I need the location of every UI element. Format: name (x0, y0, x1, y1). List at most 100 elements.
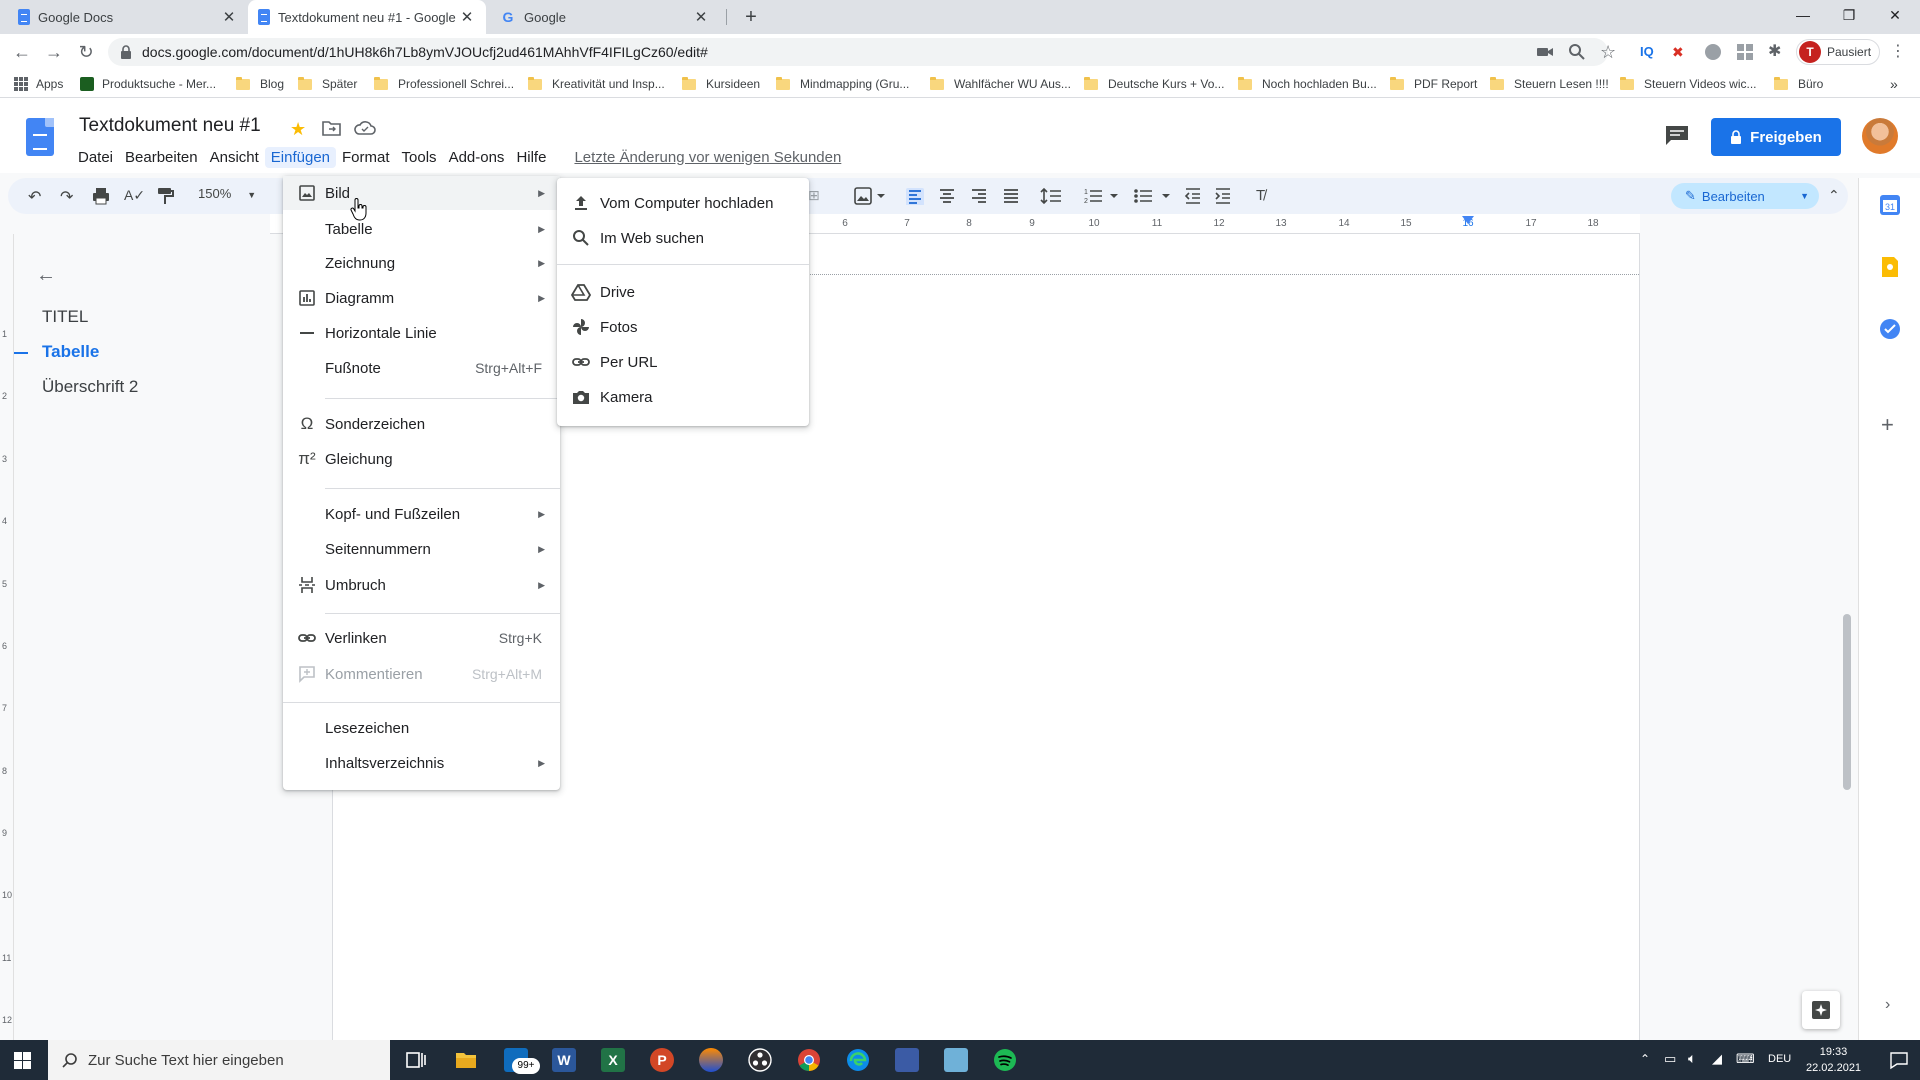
menu-item-seitennummern[interactable]: Seitennummern ▶ (283, 532, 560, 566)
obs-icon[interactable] (748, 1048, 772, 1072)
print-icon[interactable] (92, 187, 110, 205)
menu-item-inhaltsverzeichnis[interactable]: Inhaltsverzeichnis ▶ (283, 746, 560, 780)
speaker-icon[interactable]: 🔈︎ (1688, 1050, 1696, 1067)
bulleted-list-icon[interactable] (1134, 187, 1172, 205)
browser-tab-google-docs[interactable]: Google Docs ✕ (8, 0, 248, 34)
undo-icon[interactable]: ↶ (28, 187, 41, 206)
spellcheck-icon[interactable]: A✓ (124, 187, 145, 205)
add-addon-icon[interactable]: + (1881, 412, 1894, 438)
app-icon[interactable] (944, 1048, 968, 1072)
spotify-icon[interactable] (993, 1048, 1017, 1072)
menu-item-gleichung[interactable]: π² Gleichung (283, 442, 560, 476)
bookmark-folder[interactable]: Noch hochladen Bu... (1238, 75, 1377, 93)
align-center-icon[interactable] (938, 187, 956, 205)
submenu-item-vom-computer-hochladen[interactable]: Vom Computer hochladen (557, 186, 809, 220)
redo-icon[interactable]: ↷ (60, 187, 73, 206)
submenu-item-fotos[interactable]: Fotos (557, 310, 809, 344)
document-title[interactable]: Textdokument neu #1 (79, 115, 261, 137)
decrease-indent-icon[interactable] (1184, 187, 1202, 205)
chrome-menu-icon[interactable]: ⋮ (1890, 43, 1908, 61)
move-folder-icon[interactable] (322, 119, 342, 137)
restore-icon[interactable]: ❐ (1826, 0, 1872, 30)
minimize-icon[interactable]: — (1780, 0, 1826, 30)
camera-blocked-icon[interactable] (1536, 43, 1554, 61)
chevron-up-icon[interactable]: ⌃ (1640, 1052, 1650, 1066)
editing-mode-select[interactable]: ✎ Bearbeiten ▼ (1671, 183, 1819, 209)
bookmark-apps[interactable]: Apps (14, 75, 63, 93)
menu-item-zeichnung[interactable]: Zeichnung ▶ (283, 246, 560, 280)
expand-panel-icon[interactable]: › (1885, 996, 1890, 1014)
taskbar-search-box[interactable]: Zur Suche Text hier eingeben (48, 1040, 390, 1080)
explore-button[interactable] (1802, 991, 1840, 1029)
align-right-icon[interactable] (970, 187, 988, 205)
network-icon[interactable]: ◢ (1712, 1051, 1722, 1067)
battery-icon[interactable]: ▭ (1664, 1051, 1676, 1067)
submenu-item-per-url[interactable]: Per URL (557, 345, 809, 379)
user-avatar[interactable] (1862, 118, 1898, 154)
share-button[interactable]: Freigeben (1711, 118, 1841, 156)
bookmark-folder[interactable]: Deutsche Kurs + Vo... (1084, 75, 1224, 93)
menu-item-kopf-und-fusszeilen[interactable]: Kopf- und Fußzeilen ▶ (283, 497, 560, 531)
menu-item-tabelle[interactable]: Tabelle ▶ (283, 212, 560, 246)
bookmark-folder[interactable]: Steuern Videos wic... (1620, 75, 1757, 93)
app-icon[interactable] (895, 1048, 919, 1072)
outline-item[interactable]: Überschrift 2 (42, 377, 138, 397)
right-indent-marker-icon[interactable] (1462, 216, 1474, 226)
more-bookmarks-button[interactable]: » (1890, 75, 1898, 93)
bookmark-folder[interactable]: Professionell Schrei... (374, 75, 514, 93)
last-edit-link[interactable]: Letzte Änderung vor wenigen Sekunden (568, 147, 847, 168)
close-window-icon[interactable]: ✕ (1872, 0, 1918, 30)
add-comment-icon[interactable]: ⊞ (808, 187, 820, 205)
bookmark-folder[interactable]: Später (298, 75, 357, 93)
mail-icon[interactable]: 99+ (504, 1048, 540, 1074)
numbered-list-icon[interactable]: 12 (1084, 187, 1120, 205)
comment-history-icon[interactable] (1664, 124, 1690, 146)
adblock-extension-icon[interactable] (1704, 43, 1722, 61)
tasks-icon[interactable] (1879, 318, 1901, 340)
close-tab-icon[interactable]: ✕ (220, 8, 238, 26)
menu-item-lesezeichen[interactable]: Lesezeichen (283, 711, 560, 745)
align-left-icon[interactable] (906, 187, 924, 205)
bookmark-folder[interactable]: Mindmapping (Gru... (776, 75, 909, 93)
paint-format-icon[interactable] (156, 187, 174, 205)
menu-item-sonderzeichen[interactable]: Ω Sonderzeichen (283, 407, 560, 441)
close-tab-icon[interactable]: ✕ (458, 8, 476, 26)
menu-item-fussnote[interactable]: Fußnote Strg+Alt+F (283, 351, 560, 385)
close-tab-icon[interactable]: ✕ (692, 8, 710, 26)
menu-bearbeiten[interactable]: Bearbeiten (119, 147, 204, 168)
bookmark-star-icon[interactable]: ☆ (1600, 43, 1618, 61)
collapse-toolbar-icon[interactable]: ⌃ (1828, 187, 1840, 205)
word-icon[interactable]: W (552, 1048, 576, 1072)
forward-icon[interactable]: → (42, 40, 66, 64)
bookmark-folder[interactable]: Kursideen (682, 75, 760, 93)
menu-hilfe[interactable]: Hilfe (510, 147, 552, 168)
submenu-item-im-web-suchen[interactable]: Im Web suchen (557, 221, 809, 255)
menu-item-umbruch[interactable]: Umbruch ▶ (283, 568, 560, 602)
windows-start-icon[interactable] (14, 1052, 31, 1069)
bookmark-folder[interactable]: Büro (1774, 75, 1823, 93)
menu-einfuegen[interactable]: Einfügen (264, 146, 337, 168)
excel-icon[interactable]: X (601, 1048, 625, 1072)
clear-formatting-icon[interactable]: T̸ (1256, 187, 1265, 205)
menu-ansicht[interactable]: Ansicht (204, 147, 265, 168)
keep-icon[interactable] (1879, 256, 1901, 278)
menu-format[interactable]: Format (336, 147, 396, 168)
language-indicator[interactable]: DEU (1768, 1053, 1791, 1065)
app-icon[interactable] (699, 1048, 723, 1072)
reload-icon[interactable]: ↻ (74, 40, 98, 64)
docs-logo-icon[interactable] (26, 118, 54, 156)
scrollbar-thumb[interactable] (1843, 614, 1851, 790)
browser-tab-google[interactable]: G Google ✕ (490, 0, 720, 34)
menu-tools[interactable]: Tools (396, 147, 443, 168)
clock[interactable]: 19:33 22.02.2021 (1806, 1044, 1861, 1076)
grid-extension-icon[interactable] (1736, 43, 1754, 61)
menu-item-bild[interactable]: Bild ▶ (283, 176, 560, 210)
chrome-icon[interactable] (797, 1048, 821, 1072)
notifications-icon[interactable] (1889, 1050, 1909, 1070)
star-icon[interactable]: ★ (290, 119, 306, 140)
insert-image-icon[interactable] (854, 187, 886, 205)
cloud-saved-icon[interactable] (354, 119, 376, 137)
menu-item-kommentieren[interactable]: Kommentieren Strg+Alt+M (283, 657, 560, 691)
menu-add-ons[interactable]: Add-ons (443, 147, 511, 168)
bookmark-folder[interactable]: Wahlfächer WU Aus... (930, 75, 1071, 93)
